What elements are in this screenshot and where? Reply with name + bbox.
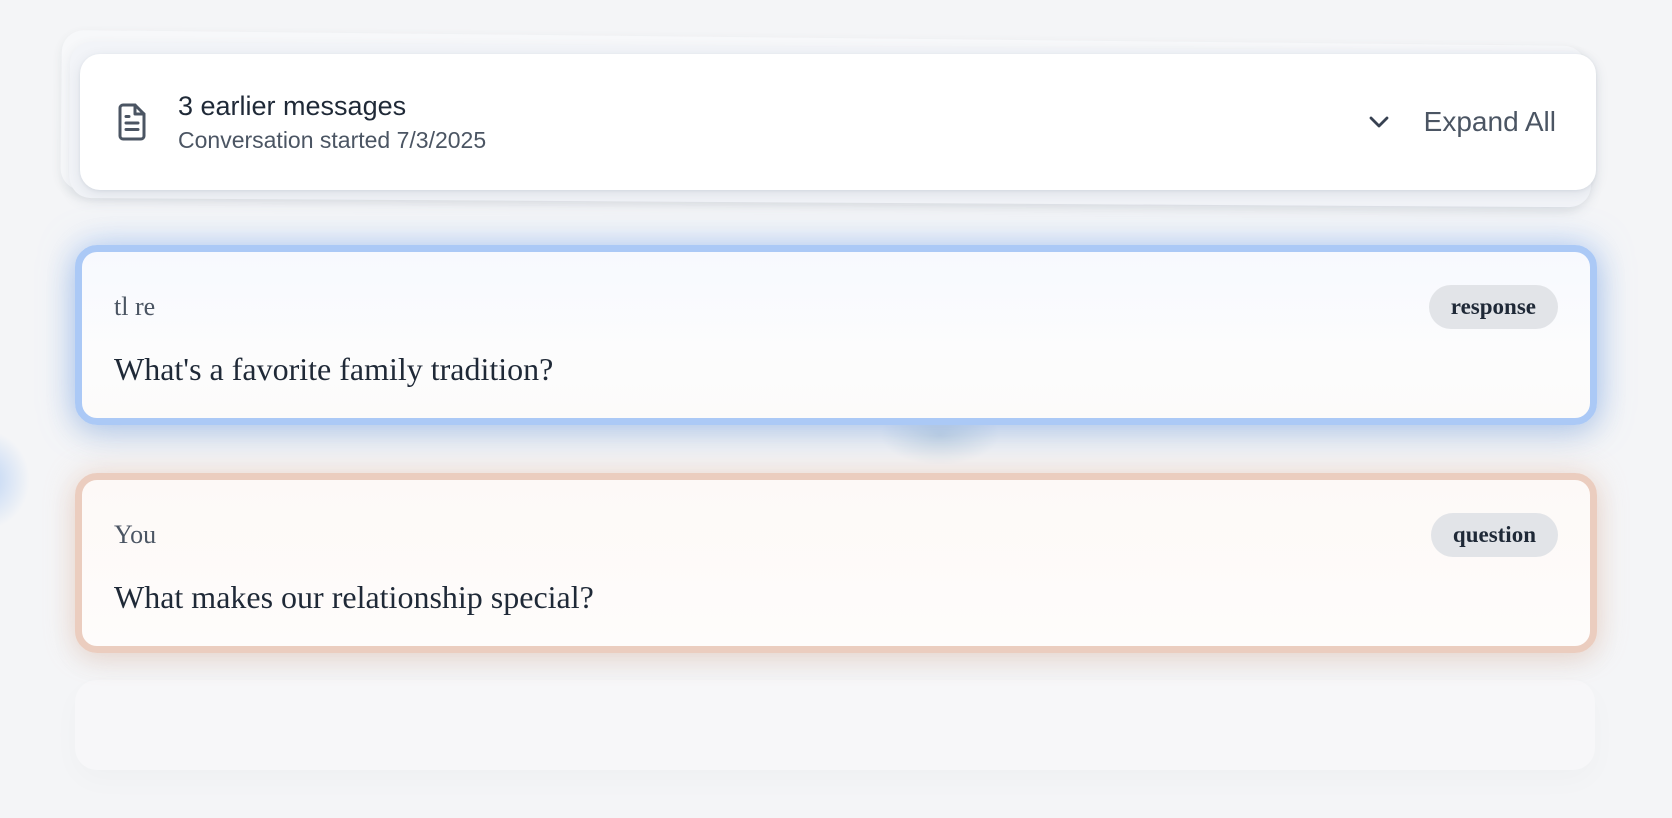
message-text: What's a favorite family tradition? xyxy=(114,351,554,387)
message-type-badge: question xyxy=(1430,513,1558,557)
expand-all-label: Expand All xyxy=(1423,106,1556,137)
chevron-down-icon xyxy=(1368,111,1390,133)
expand-all-button[interactable]: Expand All xyxy=(1368,100,1556,144)
message-text: What makes our relationship special? xyxy=(114,579,594,615)
message-card-response[interactable]: tl re response What's a favorite family … xyxy=(75,245,1597,425)
earlier-messages-summary: 3 earlier messages Conversation started … xyxy=(178,89,1368,155)
conversation-start-date: Conversation started 7/3/2025 xyxy=(178,127,487,153)
message-type-badge: response xyxy=(1428,285,1558,329)
earlier-messages-count: 3 earlier messages xyxy=(178,91,407,121)
earlier-messages-card: 3 earlier messages Conversation started … xyxy=(80,54,1596,190)
faded-card xyxy=(75,680,1595,770)
message-author: tl re xyxy=(114,292,156,321)
document-icon xyxy=(114,102,150,142)
background-glow xyxy=(0,430,30,530)
message-card-question[interactable]: You question What makes our relationship… xyxy=(75,473,1597,653)
message-author: You xyxy=(114,520,157,549)
